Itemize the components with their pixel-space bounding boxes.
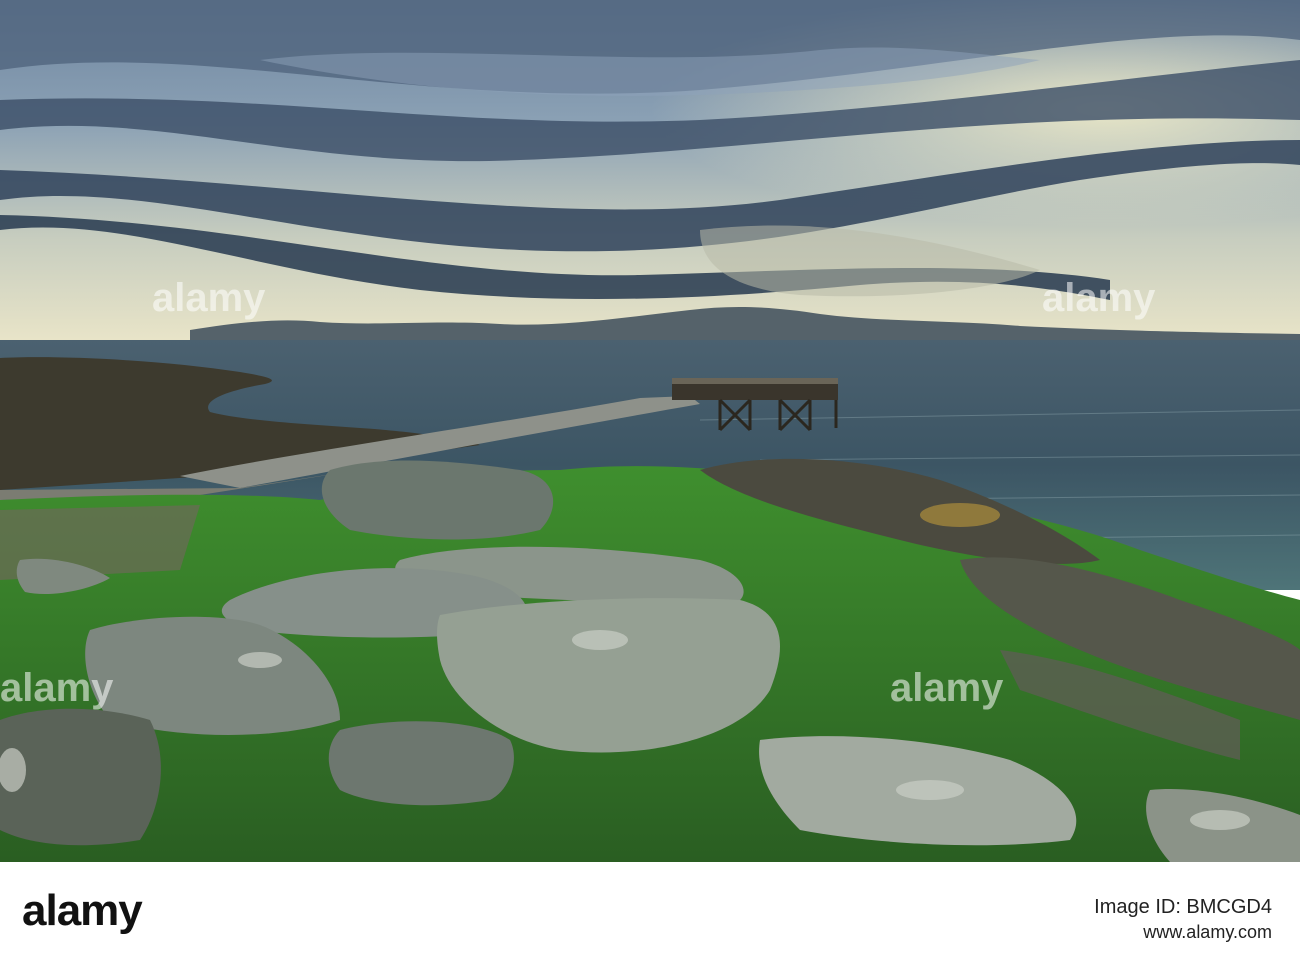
alamy-logo: alamy	[22, 886, 143, 935]
site-url[interactable]: www.alamy.com	[1143, 922, 1272, 943]
watermark-text: alamy	[890, 666, 1004, 710]
watermark-text: alamy	[1042, 276, 1156, 320]
watermark-text: alamy	[152, 276, 266, 320]
coastal-pier-scene	[0, 0, 1300, 862]
image-id: Image ID: BMCGD4	[1094, 896, 1272, 918]
watermark-text: alamy	[0, 666, 114, 710]
footer-bar: alamy Image ID: BMCGD4 www.alamy.com	[0, 862, 1300, 956]
landscape-photo: alamy alamy alamy alamy	[0, 0, 1300, 862]
